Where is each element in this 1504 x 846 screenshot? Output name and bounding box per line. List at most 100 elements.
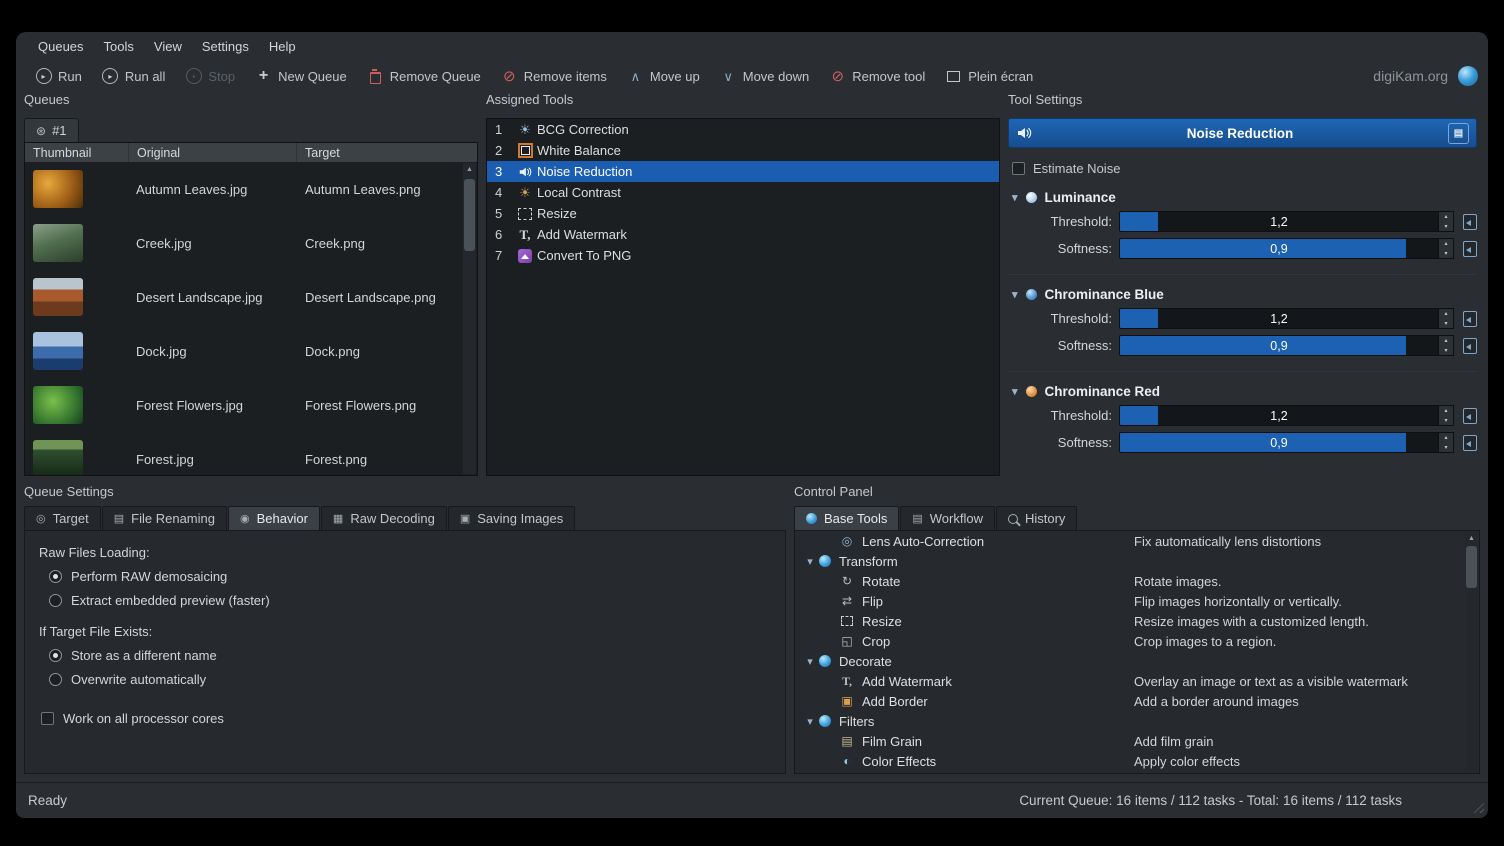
spin-down-icon[interactable]: ▾ (1439, 319, 1453, 329)
move-down-button[interactable]: ∨ Move down (711, 64, 818, 89)
collapse-icon[interactable]: ▾ (801, 555, 819, 568)
run-all-button[interactable]: ▸ Run all (93, 64, 174, 89)
scrollbar-thumb[interactable] (1466, 546, 1477, 588)
tree-tool-film-grain[interactable]: ▤ Film Grain Add film grain (795, 731, 1479, 751)
tree-tool-flip[interactable]: ⇄ Flip Flip images horizontally or verti… (795, 591, 1479, 611)
spin-down-icon[interactable]: ▾ (1439, 346, 1453, 356)
luminance-header[interactable]: ▾ Luminance (1008, 190, 1477, 205)
spin-down-icon[interactable]: ▾ (1439, 249, 1453, 259)
collapse-icon[interactable]: ▾ (801, 655, 819, 668)
chrominance-red-header[interactable]: ▾ Chrominance Red (1008, 384, 1477, 399)
spin-up-icon[interactable]: ▴ (1439, 309, 1453, 319)
remove-queue-button[interactable]: Remove Queue (358, 64, 490, 89)
tree-tool-crop[interactable]: ◱ Crop Crop images to a region. (795, 631, 1479, 651)
new-queue-button[interactable]: + New Queue (246, 64, 356, 89)
softness-slider[interactable]: 0,9 (1119, 238, 1439, 259)
radio-extract-embedded-preview[interactable]: Extract embedded preview (faster) (49, 593, 771, 608)
radio-perform-raw-demosaicing[interactable]: Perform RAW demosaicing (49, 569, 771, 584)
tab-raw-decoding[interactable]: ▦ Raw Decoding (321, 506, 447, 530)
spin-down-icon[interactable]: ▾ (1439, 222, 1453, 232)
reset-default-icon[interactable] (1463, 241, 1477, 257)
resize-grip[interactable] (1471, 800, 1484, 813)
table-row[interactable]: Forest.jpg Forest.png (25, 432, 477, 476)
assigned-tool-add-watermark[interactable]: 6 T, Add Watermark (487, 224, 999, 245)
tool-label: Resize (862, 614, 902, 629)
tab-saving-images[interactable]: ▣ Saving Images (448, 506, 575, 530)
tree-tool-add-border[interactable]: ▣ Add Border Add a border around images (795, 691, 1479, 711)
reset-default-icon[interactable] (1463, 338, 1477, 354)
softness-slider[interactable]: 0,9 (1119, 432, 1439, 453)
remove-items-button[interactable]: ⊘ Remove items (492, 64, 616, 89)
reset-default-icon[interactable] (1463, 435, 1477, 451)
collapse-icon[interactable]: ▾ (801, 715, 819, 728)
menu-view[interactable]: View (144, 35, 192, 58)
tree-tool-color-effects[interactable]: ◐ Color Effects Apply color effects (795, 751, 1479, 771)
tree-category-transform[interactable]: ▾ Transform (795, 551, 1479, 571)
tool-label: White Balance (537, 143, 621, 158)
category-orb-icon (819, 715, 831, 727)
tree-tool-lens-auto-correction[interactable]: ◎ Lens Auto-Correction Fix automatically… (795, 531, 1479, 551)
spin-up-icon[interactable]: ▴ (1439, 239, 1453, 249)
threshold-slider[interactable]: 1,2 (1119, 308, 1439, 329)
spin-up-icon[interactable]: ▴ (1439, 212, 1453, 222)
assigned-tool-resize[interactable]: 5 Resize (487, 203, 999, 224)
assigned-tool-local-contrast[interactable]: 4 ☀ Local Contrast (487, 182, 999, 203)
spin-up-icon[interactable]: ▴ (1439, 336, 1453, 346)
table-row[interactable]: Forest Flowers.jpg Forest Flowers.png (25, 378, 477, 432)
table-row[interactable]: Desert Landscape.jpg Desert Landscape.pn… (25, 270, 477, 324)
work-all-cores-checkbox[interactable]: Work on all processor cores (41, 711, 771, 726)
assigned-tool-bcg-correction[interactable]: 1 ☀ BCG Correction (487, 119, 999, 140)
radio-overwrite-automatically[interactable]: Overwrite automatically (49, 672, 771, 687)
spin-down-icon[interactable]: ▾ (1439, 416, 1453, 426)
scrollbar-thumb[interactable] (464, 179, 475, 251)
run-button[interactable]: ▸ Run (26, 64, 91, 89)
queues-scrollbar[interactable]: ▲ ▼ (463, 163, 476, 474)
assigned-tool-convert-to-png[interactable]: 7 Convert To PNG (487, 245, 999, 266)
reset-default-icon[interactable] (1463, 408, 1477, 424)
queue-tab-1[interactable]: ⊛ #1 (24, 118, 79, 142)
radio-store-different-name[interactable]: Store as a different name (49, 648, 771, 663)
threshold-slider[interactable]: 1,2 (1119, 211, 1439, 232)
spin-up-icon[interactable]: ▴ (1439, 406, 1453, 416)
spin-down-icon[interactable]: ▾ (1439, 443, 1453, 453)
assigned-tool-noise-reduction[interactable]: 3 Noise Reduction (487, 161, 999, 182)
tree-tool-add-watermark[interactable]: T, Add Watermark Overlay an image or tex… (795, 671, 1479, 691)
softness-slider[interactable]: 0,9 (1119, 335, 1439, 356)
fullscreen-button[interactable]: Plein écran (936, 64, 1042, 89)
column-header-original[interactable]: Original (129, 143, 297, 162)
estimate-noise-checkbox[interactable]: Estimate Noise (1012, 161, 1477, 176)
chrominance-blue-header[interactable]: ▾ Chrominance Blue (1008, 287, 1477, 302)
new-queue-label: New Queue (278, 69, 347, 84)
stop-button[interactable]: ▪ Stop (176, 64, 244, 89)
menu-settings[interactable]: Settings (192, 35, 259, 58)
reset-default-icon[interactable] (1463, 214, 1477, 230)
column-header-thumbnail[interactable]: Thumbnail (25, 143, 129, 162)
menu-queues[interactable]: Queues (28, 35, 94, 58)
tab-target[interactable]: ◎ Target (24, 506, 101, 530)
menu-help[interactable]: Help (259, 35, 306, 58)
menu-tools[interactable]: Tools (94, 35, 144, 58)
spin-up-icon[interactable]: ▴ (1439, 433, 1453, 443)
assigned-tool-white-balance[interactable]: 2 White Balance (487, 140, 999, 161)
remove-tool-button[interactable]: ⊘ Remove tool (820, 64, 934, 89)
tab-file-renaming[interactable]: ▤ File Renaming (102, 506, 227, 530)
tab-workflow[interactable]: ▤ Workflow (900, 506, 995, 530)
presets-button[interactable]: ▤ (1448, 123, 1469, 144)
scroll-up-icon[interactable]: ▲ (463, 163, 476, 175)
tab-behavior[interactable]: ◉ Behavior (228, 506, 320, 530)
table-row[interactable]: Autumn Leaves.jpg Autumn Leaves.png (25, 162, 477, 216)
table-row[interactable]: Creek.jpg Creek.png (25, 216, 477, 270)
tree-tool-rotate[interactable]: ↻ Rotate Rotate images. (795, 571, 1479, 591)
threshold-slider[interactable]: 1,2 (1119, 405, 1439, 426)
column-header-target[interactable]: Target (297, 143, 477, 162)
tree-category-filters[interactable]: ▾ Filters (795, 711, 1479, 731)
tab-base-tools[interactable]: Base Tools (794, 506, 899, 530)
tree-tool-resize[interactable]: Resize Resize images with a customized l… (795, 611, 1479, 631)
scroll-up-icon[interactable]: ▲ (1465, 532, 1478, 544)
reset-default-icon[interactable] (1463, 311, 1477, 327)
table-row[interactable]: Dock.jpg Dock.png (25, 324, 477, 378)
control-panel-scrollbar[interactable]: ▲ ▼ (1465, 532, 1478, 772)
tree-category-decorate[interactable]: ▾ Decorate (795, 651, 1479, 671)
tab-history[interactable]: History (996, 506, 1077, 530)
move-up-button[interactable]: ∧ Move up (618, 64, 709, 89)
